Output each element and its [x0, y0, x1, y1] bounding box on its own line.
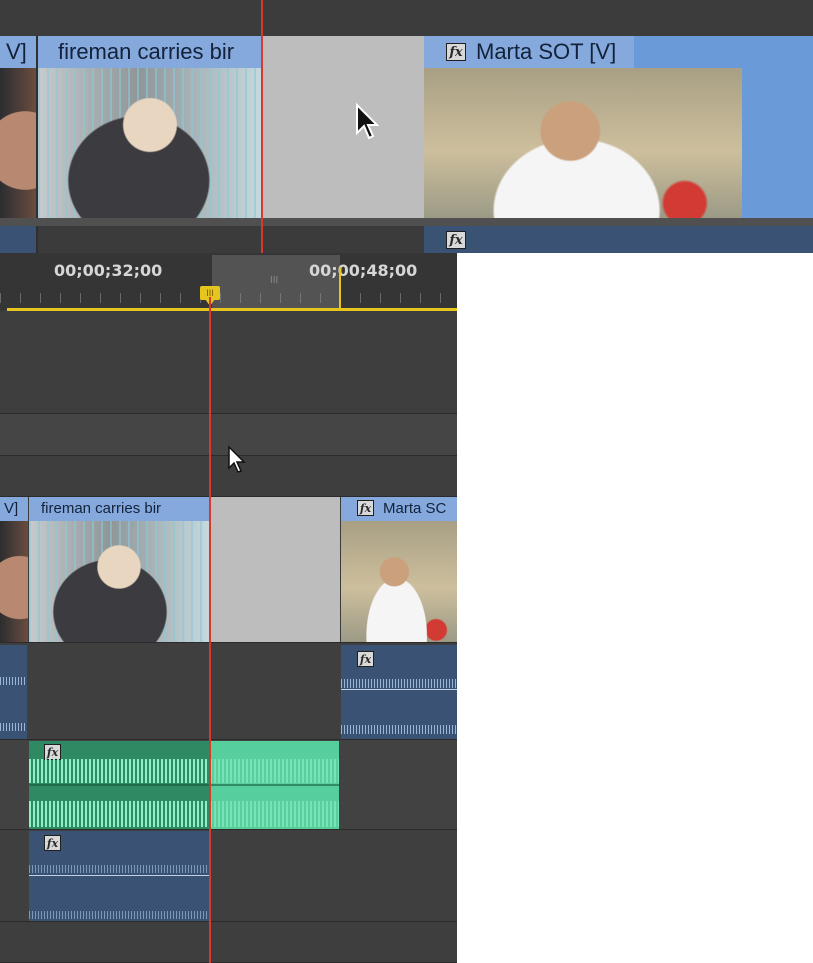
timecode-32: 00;00;32;00: [54, 261, 163, 280]
track-divider: [0, 218, 813, 226]
channel-divider: [341, 689, 457, 690]
clip-name: Marta SOT [V]: [476, 39, 617, 64]
sequence-timeline: III 00;00;32;00 00;00;48;00 III V] firem…: [0, 253, 457, 963]
clip-thumbnail: [38, 68, 262, 218]
work-area-end-marker[interactable]: [339, 267, 341, 311]
empty-audio-region: [38, 226, 424, 253]
timecode-48: 00;00;48;00: [309, 261, 418, 280]
clip-thumbnail: [0, 521, 28, 642]
channel-divider: [210, 784, 339, 786]
fx-icon[interactable]: fx: [446, 231, 466, 249]
clip-header: fx Marta SOT [V]: [424, 36, 634, 68]
clip-fireman-carries-bird[interactable]: fireman carries bir: [38, 36, 262, 218]
fx-icon[interactable]: fx: [44, 744, 61, 760]
time-ruler[interactable]: III 00;00;32;00 00;00;48;00 III: [0, 253, 457, 311]
audio-clip-nat-sound[interactable]: fx: [29, 831, 209, 921]
clip-thumbnail: [424, 68, 742, 218]
audio-waveform: [0, 723, 27, 731]
audio-waveform: [210, 801, 339, 827]
audio-clip-partial[interactable]: [0, 226, 36, 253]
playhead-line: [209, 297, 211, 963]
clip-marta-sot[interactable]: fx Marta SC: [341, 497, 457, 642]
audio-waveform: [0, 677, 27, 685]
audio-waveform: [29, 801, 209, 827]
video-track-3[interactable]: [0, 311, 457, 414]
audio-waveform: [29, 865, 209, 873]
clip-fireman-carries-bird[interactable]: fireman carries bir: [29, 497, 209, 642]
audio-clip-marta[interactable]: fx: [341, 645, 457, 739]
clip-name: fireman carries bir: [38, 36, 262, 68]
audio-clip-partial[interactable]: [0, 645, 27, 739]
clip-thumbnail: [341, 521, 457, 642]
ruler-ticks: [0, 293, 457, 303]
fx-icon[interactable]: fx: [446, 43, 466, 61]
clip-left-partial[interactable]: V]: [0, 36, 36, 218]
audio-track-4[interactable]: [0, 922, 457, 963]
audio-waveform: [341, 725, 457, 734]
work-area-grip[interactable]: III: [270, 275, 278, 286]
timeline-gap[interactable]: [209, 497, 340, 642]
audio-clip-marta[interactable]: fx: [424, 226, 813, 253]
audio-waveform: [210, 759, 339, 783]
zoomed-sequence-view: V] fireman carries bir fx Marta SOT [V] …: [0, 0, 813, 253]
playhead-line: [261, 0, 263, 253]
clip-left-label: V]: [6, 39, 27, 64]
clip-thumbnail: [29, 521, 209, 642]
clip-marta-sot[interactable]: fx Marta SOT [V]: [424, 36, 813, 218]
clip-left-partial[interactable]: V]: [0, 497, 28, 642]
timeline-gap[interactable]: [262, 36, 424, 218]
clip-name: fireman carries bir: [41, 500, 162, 517]
clip-name: Marta SC: [383, 500, 447, 517]
clip-name: V]: [4, 500, 19, 517]
audio-clip-fireman-extension[interactable]: [210, 741, 339, 829]
mouse-cursor-icon: [356, 103, 380, 140]
fx-icon[interactable]: fx: [44, 835, 61, 851]
audio-waveform: [29, 911, 209, 919]
audio-clip-fireman[interactable]: fx: [29, 741, 209, 829]
empty-track-strip: [0, 0, 813, 36]
audio-waveform: [341, 679, 457, 688]
mouse-cursor-icon: [228, 445, 246, 473]
channel-divider: [29, 784, 209, 786]
fx-icon[interactable]: fx: [357, 651, 374, 667]
clip-thumbnail: [0, 68, 36, 218]
audio-waveform: [29, 759, 209, 783]
channel-divider: [29, 875, 209, 876]
